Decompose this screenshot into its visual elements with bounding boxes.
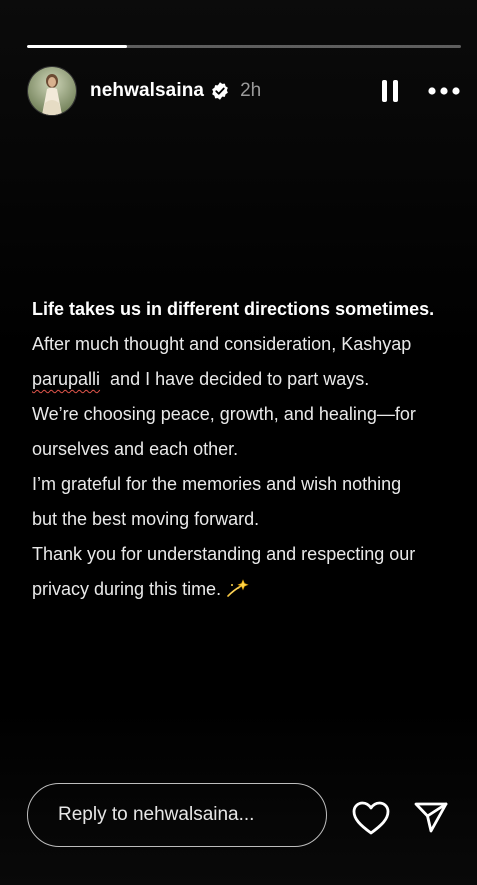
story-line: ourselves and each other. bbox=[32, 439, 239, 459]
reply-placeholder: Reply to nehwalsaina... bbox=[58, 804, 255, 825]
avatar[interactable] bbox=[27, 66, 77, 116]
like-button[interactable] bbox=[350, 798, 392, 838]
more-options-button[interactable] bbox=[427, 76, 461, 106]
story-progress-bar bbox=[27, 45, 461, 48]
share-button[interactable] bbox=[411, 797, 451, 837]
story-line: We’re choosing peace, growth, and healin… bbox=[32, 404, 416, 424]
pause-icon bbox=[382, 80, 398, 102]
story-line: privacy during this time. bbox=[32, 572, 472, 611]
story-line: Thank you for understanding and respecti… bbox=[32, 544, 416, 564]
story-header: nehwalsaina 2h bbox=[27, 66, 461, 116]
story-line: After much thought and consideration, Ka… bbox=[32, 334, 412, 354]
story-line: but the best moving forward. bbox=[32, 509, 260, 529]
story-line: parupalli and I have decided to part way… bbox=[32, 362, 472, 397]
story-text: Life takes us in different directions so… bbox=[32, 292, 472, 611]
username[interactable]: nehwalsaina bbox=[90, 80, 204, 102]
paper-plane-icon bbox=[414, 802, 448, 833]
post-time: 2h bbox=[240, 80, 262, 101]
pause-button[interactable] bbox=[375, 76, 405, 106]
story-headline: Life takes us in different directions so… bbox=[32, 299, 435, 319]
story-progress-fill bbox=[27, 45, 127, 48]
more-icon bbox=[428, 87, 460, 95]
reply-input[interactable]: Reply to nehwalsaina... bbox=[27, 783, 327, 847]
heart-icon bbox=[352, 801, 390, 835]
mentioned-name: parupalli bbox=[32, 369, 101, 389]
verified-badge-icon bbox=[210, 81, 230, 101]
story-line-text: privacy during this time. bbox=[32, 579, 222, 599]
story-viewer: nehwalsaina 2h Life takes us in differen… bbox=[0, 0, 477, 885]
sparkle-emoji-icon bbox=[225, 576, 249, 611]
story-line-text: and I have decided to part ways. bbox=[100, 369, 370, 389]
story-line: I’m grateful for the memories and wish n… bbox=[32, 474, 402, 494]
